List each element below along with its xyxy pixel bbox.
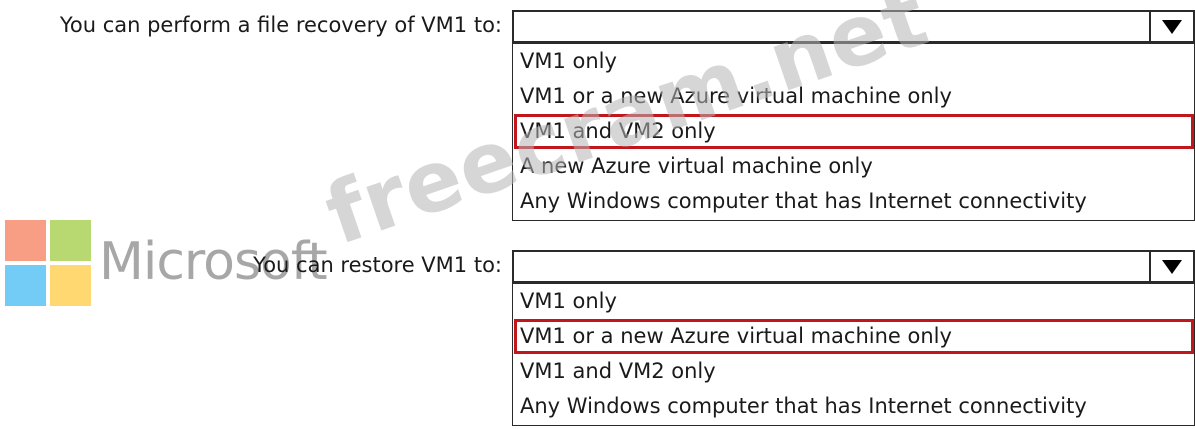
logo-red-square <box>5 220 46 261</box>
question-2-options-list: VM1 only VM1 or a new Azure virtual mach… <box>512 283 1195 426</box>
question-2-option[interactable]: VM1 only <box>513 284 1194 319</box>
question-1-prompt: You can perform a file recovery of VM1 t… <box>59 13 502 37</box>
question-2-dropdown[interactable] <box>512 250 1195 283</box>
question-2-option-selected[interactable]: VM1 or a new Azure virtual machine only <box>513 319 1194 354</box>
logo-green-square <box>50 220 91 261</box>
logo-blue-square <box>5 265 46 306</box>
question-1-option[interactable]: Any Windows computer that has Internet c… <box>513 184 1194 219</box>
answer-area: Microsoft You can perform a file recover… <box>0 0 1195 429</box>
dropdown-arrow-icon <box>1162 20 1182 34</box>
microsoft-logo-icon <box>5 220 91 306</box>
question-2-dropdown-toggle[interactable] <box>1149 252 1193 281</box>
dropdown-arrow-icon <box>1162 260 1182 274</box>
question-2-option[interactable]: VM1 and VM2 only <box>513 354 1194 389</box>
question-2-option[interactable]: Any Windows computer that has Internet c… <box>513 389 1194 424</box>
logo-yellow-square <box>50 265 91 306</box>
question-2-prompt: You can restore VM1 to: <box>253 253 502 277</box>
question-1-dropdown-toggle[interactable] <box>1149 12 1193 41</box>
